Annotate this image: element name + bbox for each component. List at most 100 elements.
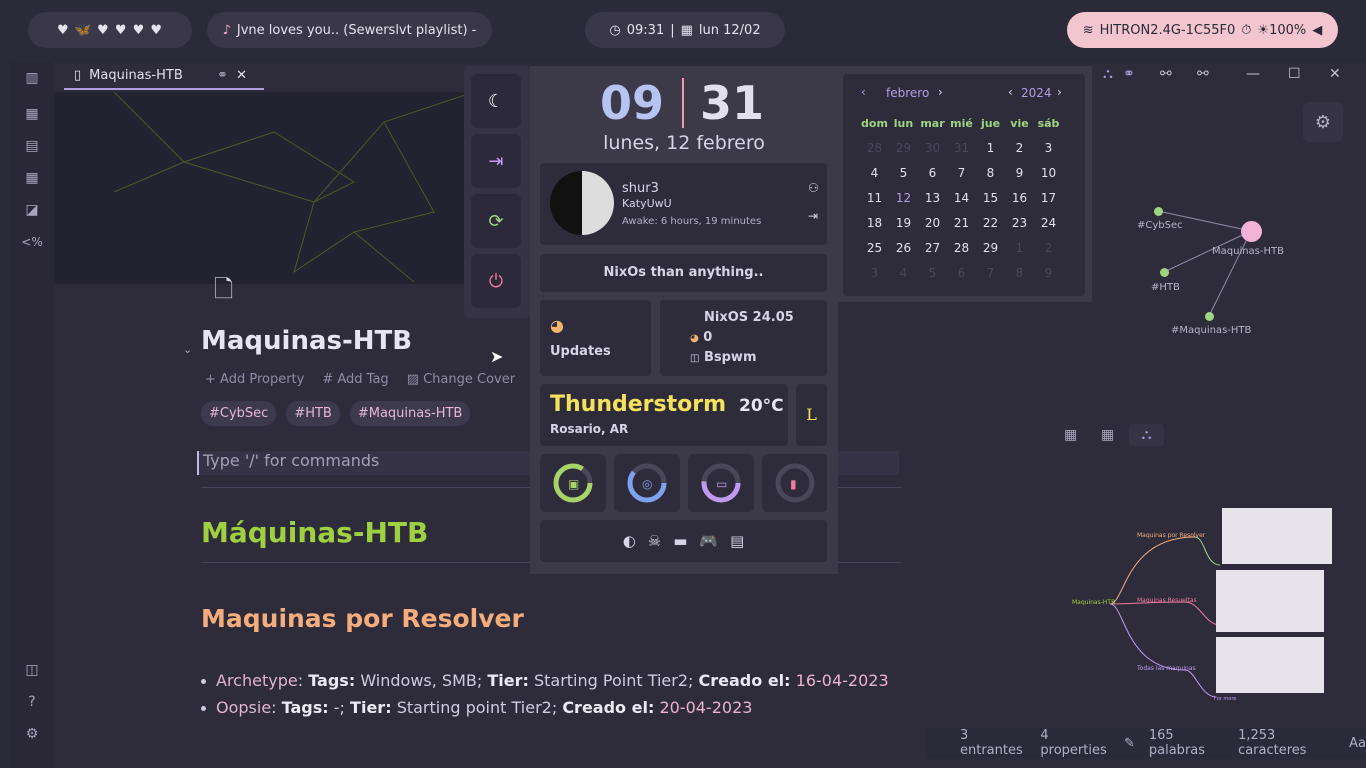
link-icon[interactable]: ⚭: [1123, 66, 1135, 82]
calendar-day[interactable]: 8: [976, 164, 1005, 183]
calendar-day[interactable]: 29: [889, 139, 918, 158]
table-icon[interactable]: ▦: [22, 168, 42, 188]
change-cover-button[interactable]: ▨ Change Cover: [407, 372, 515, 387]
shapes-icon[interactable]: ◪: [22, 200, 42, 220]
font-toggle[interactable]: Aa: [1349, 736, 1366, 751]
mindmap-branch[interactable]: Maquinas Resueltas: [1137, 597, 1197, 604]
local-graph[interactable]: [1100, 190, 1300, 340]
mindmap-branch[interactable]: Todas las maquinas: [1137, 665, 1196, 672]
calendar-day[interactable]: 15: [976, 189, 1005, 208]
vault-icon[interactable]: ◫: [22, 660, 42, 680]
mindmap-branch[interactable]: Maquinas por Resolver: [1137, 532, 1205, 539]
calendar-day[interactable]: 8: [1005, 264, 1034, 283]
calendar-day[interactable]: 21: [947, 214, 976, 233]
graph-view-icon[interactable]: ⛬: [1103, 66, 1113, 82]
toggle-sidebar-icon[interactable]: ▥: [22, 68, 42, 88]
calendar-day[interactable]: 22: [976, 214, 1005, 233]
calendar-day[interactable]: 3: [1034, 139, 1063, 158]
add-property-button[interactable]: + Add Property: [205, 372, 304, 387]
properties-count[interactable]: 4 properties: [1040, 728, 1110, 758]
next-year-icon[interactable]: ›: [1057, 85, 1062, 99]
calendar-day[interactable]: 4: [889, 264, 918, 283]
graph-settings-icon[interactable]: ⚙: [1303, 102, 1343, 142]
moon-icon[interactable]: ☾: [471, 74, 521, 128]
volume-icon[interactable]: ◀: [1312, 23, 1322, 38]
grid-icon[interactable]: ▦: [22, 104, 42, 124]
power-icon[interactable]: ⏻: [471, 254, 521, 308]
calendar-day[interactable]: 18: [860, 214, 889, 233]
calendar-day[interactable]: 9: [1034, 264, 1063, 283]
calendar-day[interactable]: 6: [947, 264, 976, 283]
link-out-icon[interactable]: ⚯: [1197, 66, 1209, 82]
link-add-icon[interactable]: ⚯: [1160, 66, 1172, 82]
collapse-chevron-icon[interactable]: ⌄: [183, 343, 192, 356]
updates-card[interactable]: ◕ Updates: [540, 300, 651, 376]
calendar-day[interactable]: 12: [889, 189, 918, 208]
calendar-day[interactable]: 9: [1005, 164, 1034, 183]
tag-maquinas-htb[interactable]: #Maquinas-HTB: [349, 401, 471, 426]
edit-pencil-icon[interactable]: ✎: [1124, 736, 1135, 751]
mindmap-root[interactable]: Maquinas-HTB: [1072, 599, 1115, 606]
prev-month-icon[interactable]: ‹: [861, 85, 866, 99]
help-icon[interactable]: ?: [22, 692, 42, 712]
settings-gear-icon[interactable]: ⚙: [22, 724, 42, 744]
prev-year-icon[interactable]: ‹: [1008, 85, 1013, 99]
maximize-icon[interactable]: ☐: [1288, 66, 1301, 82]
calendar-day[interactable]: 29: [976, 239, 1005, 258]
note-link-oopsie[interactable]: Oopsie: [216, 698, 271, 717]
tab-maquinas-htb[interactable]: ▯ Maquinas-HTB ⚭ ✕: [64, 62, 264, 90]
calendar-day[interactable]: 27: [918, 239, 947, 258]
close-window-icon[interactable]: ✕: [1329, 66, 1341, 82]
calendar-day[interactable]: 17: [1034, 189, 1063, 208]
calendar-day[interactable]: 20: [918, 214, 947, 233]
reboot-icon[interactable]: ⟳: [471, 194, 521, 248]
browser-icon[interactable]: ◐: [623, 532, 636, 550]
calendar-day[interactable]: 7: [947, 164, 976, 183]
calendar-day[interactable]: 11: [860, 189, 889, 208]
calendar-day[interactable]: 13: [918, 189, 947, 208]
next-month-icon[interactable]: ›: [938, 85, 943, 99]
note-link-archetype[interactable]: Archetype: [216, 671, 298, 690]
calendar-day[interactable]: 4: [860, 164, 889, 183]
minimize-icon[interactable]: —: [1246, 66, 1260, 82]
graph-node[interactable]: [1205, 312, 1214, 321]
workspace-indicator[interactable]: ♥ 🦋 ♥ ♥ ♥ ♥: [28, 12, 192, 48]
calendar-day[interactable]: 26: [889, 239, 918, 258]
workspace-hearts[interactable]: ♥ 🦋 ♥ ♥ ♥ ♥: [57, 23, 163, 38]
gamepad-icon[interactable]: 🎮: [699, 532, 718, 550]
calendar-day[interactable]: 24: [1034, 214, 1063, 233]
graph-tab-icon[interactable]: ⛬: [1129, 424, 1164, 446]
calendar-day[interactable]: 6: [918, 164, 947, 183]
clock-widget[interactable]: ◷ 09:31 | ▦ lun 12/02: [585, 12, 785, 48]
calendar-day[interactable]: 5: [918, 264, 947, 283]
new-note-icon[interactable]: ▤: [22, 136, 42, 156]
calendar-day[interactable]: 25: [860, 239, 889, 258]
calendar-day[interactable]: 5: [889, 164, 918, 183]
graph-node[interactable]: [1154, 207, 1163, 216]
tag-htb[interactable]: #HTB: [286, 401, 340, 426]
calendar-day[interactable]: 19: [889, 214, 918, 233]
graph-node-current[interactable]: [1241, 221, 1262, 242]
calendar-check-icon[interactable]: ▦: [1101, 427, 1114, 443]
link-icon[interactable]: ⚭: [217, 68, 228, 83]
calendar-day[interactable]: 28: [860, 139, 889, 158]
page-title[interactable]: Maquinas-HTB: [201, 326, 412, 356]
logout-icon[interactable]: ⇥: [471, 134, 521, 188]
calendar-view-icon[interactable]: ▦: [1064, 427, 1077, 443]
tag-cybsec[interactable]: #CybSec: [201, 401, 277, 426]
backlinks-count[interactable]: 3 entrantes: [960, 728, 1026, 758]
calendar-day[interactable]: 14: [947, 189, 976, 208]
close-tab-icon[interactable]: ✕: [236, 68, 247, 83]
user-switch-icon[interactable]: ⚇: [808, 181, 819, 195]
calendar-day[interactable]: 31: [947, 139, 976, 158]
calendar-day[interactable]: 30: [918, 139, 947, 158]
calendar-day[interactable]: 2: [1034, 239, 1063, 258]
calendar-day[interactable]: 1: [976, 139, 1005, 158]
notes-icon[interactable]: ▤: [730, 532, 744, 550]
calendar-day[interactable]: 7: [976, 264, 1005, 283]
percent-icon[interactable]: <%: [21, 232, 42, 252]
graph-node[interactable]: [1160, 268, 1169, 277]
logout-small-icon[interactable]: ⇥: [808, 209, 818, 223]
add-tag-button[interactable]: # Add Tag: [322, 372, 388, 387]
music-widget[interactable]: ♪ Jvne loves you.. (Sewerslvt playlist) …: [207, 12, 492, 48]
